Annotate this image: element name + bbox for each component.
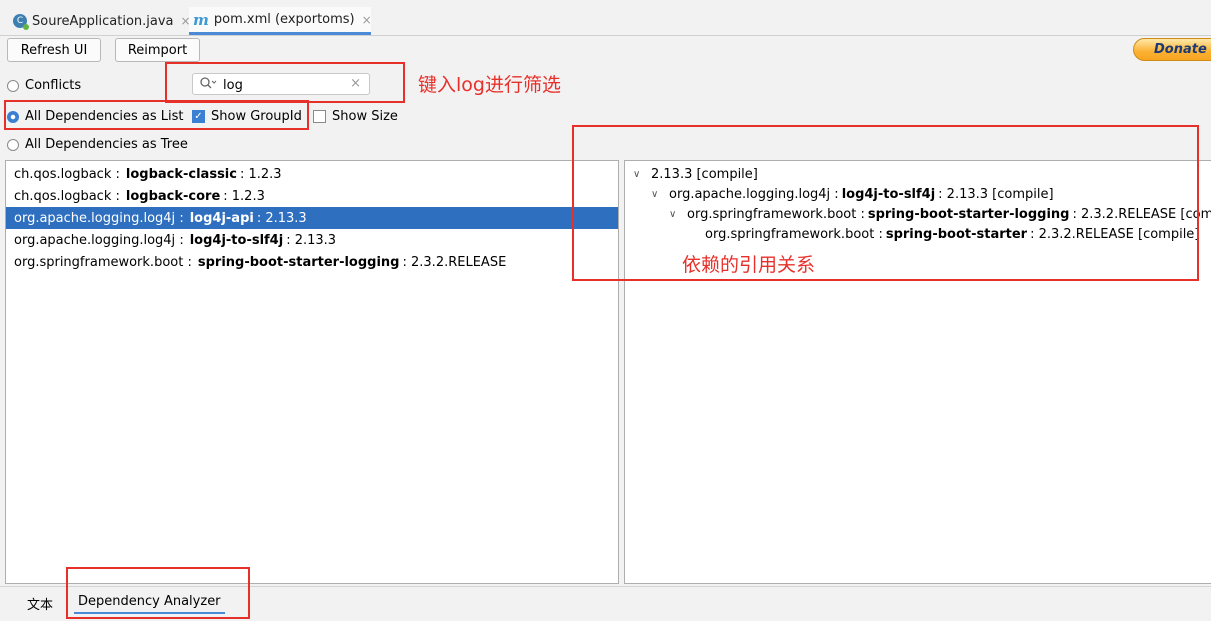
artifact-id: log4j-to-slf4j (841, 186, 936, 202)
version: : 1.2.3 (223, 188, 265, 204)
reimport-button[interactable]: Reimport (115, 38, 200, 62)
separator: : (179, 232, 184, 248)
group-id: ch.qos.logback (14, 166, 112, 182)
artifact-id: log4j-api (189, 210, 254, 226)
group-id: ch.qos.logback (14, 188, 112, 204)
dependency-list-item[interactable]: org.springframework.boot : spring-boot-st… (6, 251, 618, 273)
artifact-id: logback-core (125, 188, 221, 204)
list-mode-radio[interactable] (7, 110, 19, 123)
dependency-list-item[interactable]: ch.qos.logback : logback-classic: 1.2.3 (6, 163, 618, 185)
artifact-id: spring-boot-starter (885, 226, 1028, 242)
dependency-list-item[interactable]: ch.qos.logback : logback-core: 1.2.3 (6, 185, 618, 207)
tree-mode-label: All Dependencies as Tree (25, 137, 188, 152)
chevron-down-icon[interactable]: ∨ (633, 169, 645, 180)
show-size-option[interactable]: Show Size (313, 109, 398, 124)
group-id: org.springframework.boot (14, 254, 184, 270)
show-size-label: Show Size (332, 109, 398, 124)
conflicts-radio[interactable] (7, 79, 19, 92)
tree-mode-radio[interactable] (7, 138, 19, 151)
tree-node[interactable]: ∨ org.springframework.boot : spring-boot-… (669, 204, 1211, 224)
refresh-ui-button[interactable]: Refresh UI (7, 38, 101, 62)
tab-soure-application[interactable]: C SoureApplication.java × (13, 8, 191, 34)
dependency-list-item[interactable]: org.apache.logging.log4j : log4j-to-slf4j… (6, 229, 618, 251)
tab-label: SoureApplication.java (32, 13, 174, 29)
artifact-id: spring-boot-starter-logging (867, 206, 1070, 222)
tab-label: pom.xml (exportoms) (213, 12, 355, 27)
artifact-id: spring-boot-starter-logging (197, 254, 400, 270)
group-id: org.springframework.boot : (705, 226, 883, 242)
tree-node[interactable]: ∨ 2.13.3 [compile] (633, 164, 758, 184)
separator: : (179, 210, 184, 226)
conflicts-label: Conflicts (25, 78, 82, 93)
show-groupid-checkbox[interactable]: ✓ (192, 110, 205, 123)
version: : 2.13.3 (286, 232, 337, 248)
tab-dependency-analyzer[interactable]: Dependency Analyzer (74, 594, 225, 614)
donate-button[interactable]: Donate (1133, 38, 1211, 61)
group-id: org.apache.logging.log4j (14, 232, 176, 248)
artifact-id: logback-classic (125, 166, 237, 182)
version: : 2.3.2.RELEASE [compile] (1072, 206, 1211, 222)
version: : 1.2.3 (239, 166, 282, 182)
editor-tab-bar: C SoureApplication.java × m pom.xml (exp… (0, 0, 1211, 36)
tree-mode-option[interactable]: All Dependencies as Tree (7, 137, 188, 152)
maven-icon: m (193, 10, 209, 29)
separator: : (115, 166, 120, 182)
search-input[interactable] (221, 76, 345, 94)
bottom-tab-bar: 文本 Dependency Analyzer (0, 586, 1211, 621)
version: : 2.3.2.RELEASE (402, 254, 507, 270)
list-mode-label: All Dependencies as List (25, 109, 184, 124)
show-groupid-label: Show GroupId (211, 109, 302, 124)
version: 2.13.3 [compile] (651, 166, 758, 182)
java-class-icon: C (13, 14, 29, 30)
dependency-list-panel: ch.qos.logback : logback-classic: 1.2.3 c… (5, 160, 619, 584)
chevron-down-icon[interactable]: ∨ (651, 189, 663, 200)
close-icon[interactable]: × (362, 13, 372, 27)
conflicts-option[interactable]: Conflicts (7, 78, 81, 93)
search-box[interactable]: × (192, 73, 370, 95)
version: : 2.13.3 (256, 210, 307, 226)
clear-search-icon[interactable]: × (350, 76, 361, 91)
group-id: org.apache.logging.log4j (14, 210, 176, 226)
list-mode-option[interactable]: All Dependencies as List (7, 109, 184, 124)
tree-node[interactable]: org.springframework.boot : spring-boot-st… (705, 224, 1199, 244)
show-size-checkbox[interactable] (313, 110, 326, 123)
version: : 2.3.2.RELEASE [compile] (1030, 226, 1200, 242)
tab-text[interactable]: 文本 (27, 594, 53, 613)
tree-node[interactable]: ∨ org.apache.logging.log4j : log4j-to-slf… (651, 184, 1054, 204)
dependency-list-item-selected[interactable]: org.apache.logging.log4j : log4j-api: 2.1… (6, 207, 618, 229)
artifact-id: log4j-to-slf4j (189, 232, 284, 248)
dependency-tree-panel: ∨ 2.13.3 [compile] ∨ org.apache.logging.… (624, 160, 1211, 584)
version: : 2.13.3 [compile] (938, 186, 1054, 202)
show-groupid-option[interactable]: ✓ Show GroupId (192, 109, 302, 124)
chevron-down-icon[interactable]: ∨ (669, 209, 681, 220)
tab-pom-xml[interactable]: m pom.xml (exportoms) × (189, 7, 372, 35)
annotation-tree-note: 依赖的引用关系 (682, 254, 816, 276)
group-id: org.apache.logging.log4j : (669, 186, 839, 202)
separator: : (115, 188, 120, 204)
group-id: org.springframework.boot : (687, 206, 865, 222)
separator: : (187, 254, 192, 270)
annotation-filter-note: 键入log进行筛选 (418, 74, 561, 96)
search-icon (199, 76, 217, 93)
